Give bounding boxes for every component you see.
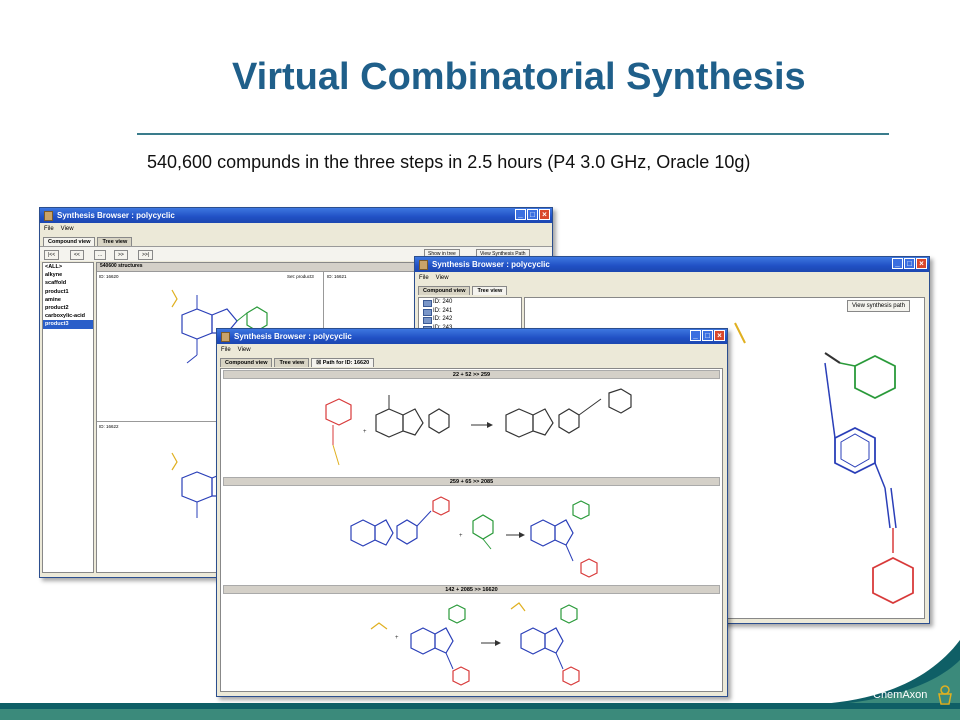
maximize-icon[interactable]: □: [702, 330, 713, 341]
window-titlebar[interactable]: Synthesis Browser : polycyclic _ □ ×: [217, 329, 727, 344]
next-button[interactable]: >>: [114, 250, 128, 260]
slide-title: Virtual Combinatorial Synthesis: [232, 56, 806, 98]
tree-item[interactable]: ID: 240: [419, 298, 521, 307]
maximize-icon[interactable]: □: [904, 258, 915, 269]
window-title: Synthesis Browser : polycyclic: [234, 332, 352, 341]
last-button[interactable]: >>|: [138, 250, 154, 260]
cell-id: ID: 16620: [99, 274, 119, 279]
close-icon[interactable]: ×: [714, 330, 725, 341]
menu-view[interactable]: View: [238, 347, 251, 353]
list-item-product3[interactable]: product3: [43, 320, 93, 329]
view-synthesis-path-button[interactable]: View synthesis path: [847, 300, 910, 312]
brand-logo-text: ChemAxon: [873, 689, 928, 701]
list-item-product1[interactable]: product1: [43, 288, 93, 296]
menu-view[interactable]: View: [436, 275, 449, 281]
menu-file[interactable]: File: [419, 275, 429, 281]
window-titlebar[interactable]: Synthesis Browser : polycyclic _ □ ×: [40, 208, 552, 223]
tree-item[interactable]: ID: 241: [419, 307, 521, 315]
cell-id: ID: 16621: [327, 274, 347, 279]
tab-compound-view[interactable]: Compound view: [220, 358, 273, 367]
svg-text:+: +: [459, 533, 463, 539]
minimize-icon[interactable]: _: [515, 209, 526, 220]
tab-tree-view[interactable]: Tree view: [97, 237, 133, 246]
chemaxon-crest-icon: [938, 685, 952, 705]
list-item-carboxylic-acid[interactable]: carboxylic-acid: [43, 312, 93, 320]
prev-button[interactable]: <<: [70, 250, 84, 260]
window-title: Synthesis Browser : polycyclic: [57, 211, 175, 220]
title-divider: [137, 133, 889, 135]
reaction-scheme: +: [370, 602, 580, 686]
tab-compound-view[interactable]: Compound view: [418, 286, 471, 295]
app-icon: [419, 259, 428, 270]
menu-view[interactable]: View: [61, 226, 74, 232]
molecule-structure: [734, 322, 914, 605]
footer-band-light: [0, 709, 960, 720]
svg-text:+: +: [363, 429, 367, 435]
tab-tree-view[interactable]: Tree view: [472, 286, 508, 295]
cell-id: ID: 16622: [99, 424, 119, 429]
window-titlebar[interactable]: Synthesis Browser : polycyclic _ □ ×: [415, 257, 929, 272]
close-icon[interactable]: ×: [539, 209, 550, 220]
set-list[interactable]: <ALL> alkyne scaffold product1 amine pro…: [42, 262, 94, 573]
window-title: Synthesis Browser : polycyclic: [432, 260, 550, 269]
reaction-step-header: 259 + 65 >> 2085: [223, 477, 720, 486]
list-item-alkyne[interactable]: alkyne: [43, 271, 93, 279]
reaction-scheme: +: [325, 388, 632, 466]
menu-bar: File View: [415, 272, 929, 283]
cell-set: Set: product3: [287, 274, 314, 279]
first-button[interactable]: |<<: [44, 250, 60, 260]
list-item-product2[interactable]: product2: [43, 304, 93, 312]
slide-subtitle: 540,600 compunds in the three steps in 2…: [147, 152, 751, 172]
maximize-icon[interactable]: □: [527, 209, 538, 220]
tab-path[interactable]: ☒ Path for ID: 16620: [311, 358, 375, 367]
reaction-step-header: 142 + 2085 >> 16620: [223, 585, 720, 594]
tab-bar: Compound view Tree view: [40, 234, 552, 246]
tab-bar: Compound view Tree view ☒ Path for ID: 1…: [217, 355, 727, 367]
reaction-step-header: 22 + 52 >> 259: [223, 370, 720, 379]
tab-compound-view[interactable]: Compound view: [43, 237, 96, 246]
synthesis-path-pane: 22 + 52 >> 259 259 + 65 >> 2085 142 + 20…: [220, 368, 723, 692]
dots-button[interactable]: ...: [94, 250, 107, 260]
list-item-scaffold[interactable]: scaffold: [43, 279, 93, 287]
minimize-icon[interactable]: _: [892, 258, 903, 269]
reaction-scheme: +: [350, 496, 598, 578]
app-icon: [221, 331, 230, 342]
app-icon: [44, 210, 53, 221]
minimize-icon[interactable]: _: [690, 330, 701, 341]
tab-tree-view[interactable]: Tree view: [274, 358, 310, 367]
path-tab-label: Path for ID: 16620: [322, 360, 370, 366]
list-item-all[interactable]: <ALL>: [43, 263, 93, 271]
menu-bar: File View: [217, 344, 727, 355]
menu-file[interactable]: File: [44, 226, 54, 232]
list-item-amine[interactable]: amine: [43, 296, 93, 304]
svg-text:+: +: [395, 635, 399, 641]
tree-item[interactable]: ID: 242: [419, 315, 521, 324]
menu-bar: File View: [40, 223, 552, 234]
menu-file[interactable]: File: [221, 347, 231, 353]
synthesis-browser-window-front: Synthesis Browser : polycyclic _ □ × Fil…: [216, 328, 728, 697]
tab-bar: Compound view Tree view: [415, 283, 929, 295]
close-icon[interactable]: ×: [916, 258, 927, 269]
